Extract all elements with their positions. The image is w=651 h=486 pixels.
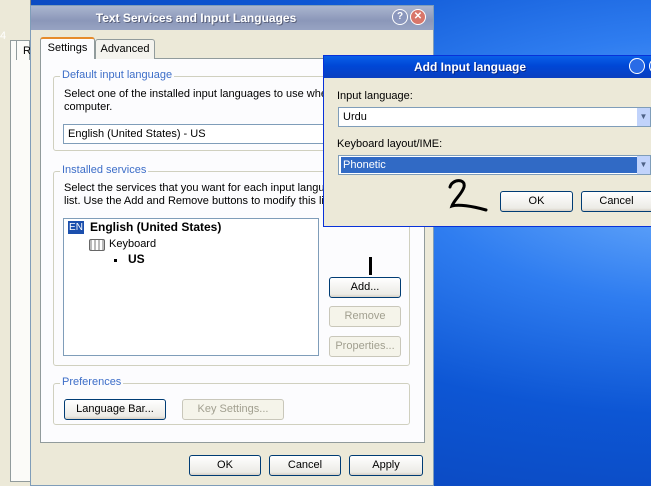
keyboard-icon	[89, 239, 105, 251]
help-icon[interactable]	[629, 58, 645, 74]
tree-node-keyboard[interactable]: Keyboard	[109, 238, 156, 251]
key-settings-button[interactable]: Key Settings...	[182, 399, 284, 420]
add-dialog-title-bar[interactable]: Add Input language	[324, 56, 651, 78]
close-icon[interactable]: ✕	[410, 9, 426, 25]
default-language-description-line1: Select one of the installed input langua…	[64, 88, 334, 100]
ok-button[interactable]: OK	[189, 455, 261, 476]
default-language-select[interactable]: English (United States) - US	[63, 124, 333, 144]
keyboard-layout-label: Keyboard layout/IME:	[337, 138, 443, 150]
properties-button[interactable]: Properties...	[329, 336, 401, 357]
services-description-line2: list. Use the Add and Remove buttons to …	[64, 195, 333, 207]
cancel-button[interactable]: Cancel	[269, 455, 341, 476]
installed-services-group-title: Installed services	[60, 164, 149, 176]
annotation-marker-one	[369, 257, 372, 275]
add-dialog-ok-button[interactable]: OK	[500, 191, 573, 212]
help-icon[interactable]: ?	[392, 9, 408, 25]
add-button[interactable]: Add...	[329, 277, 401, 298]
tab-settings[interactable]: Settings	[40, 37, 95, 59]
tab-advanced[interactable]: Advanced	[95, 39, 155, 59]
language-badge: EN	[68, 221, 84, 234]
background-window-tab[interactable]: R	[16, 40, 31, 60]
default-language-description-line2: computer.	[64, 101, 113, 113]
input-language-label: Input language:	[337, 90, 413, 102]
language-bar-button[interactable]: Language Bar...	[64, 399, 166, 420]
add-dialog-title: Add Input language	[414, 60, 526, 74]
annotation-marker-two	[448, 179, 488, 212]
bullet-icon	[114, 259, 117, 262]
input-language-value: Urdu	[343, 111, 367, 123]
background-window-fragment: 4	[0, 30, 7, 42]
services-description-line1: Select the services that you want for ea…	[64, 182, 331, 194]
tree-node-language[interactable]: English (United States)	[90, 221, 221, 234]
keyboard-layout-select[interactable]: Phonetic ▼	[338, 155, 651, 175]
preferences-group-title: Preferences	[60, 376, 124, 388]
tree-node-layout[interactable]: US	[128, 253, 145, 266]
keyboard-layout-value: Phonetic	[341, 157, 638, 173]
background-window-panel	[10, 40, 31, 482]
apply-button[interactable]: Apply	[349, 455, 423, 476]
chevron-down-icon[interactable]: ▼	[637, 156, 650, 174]
main-dialog-title: Text Services and Input Languages	[95, 11, 297, 25]
add-dialog-cancel-button[interactable]: Cancel	[581, 191, 651, 212]
chevron-down-icon[interactable]: ▼	[637, 108, 650, 126]
default-input-language-group-title: Default input language	[60, 69, 175, 81]
input-language-select[interactable]: Urdu ▼	[338, 107, 651, 127]
remove-button[interactable]: Remove	[329, 306, 401, 327]
main-title-bar[interactable]: Text Services and Input Languages ? ✕	[31, 6, 433, 30]
